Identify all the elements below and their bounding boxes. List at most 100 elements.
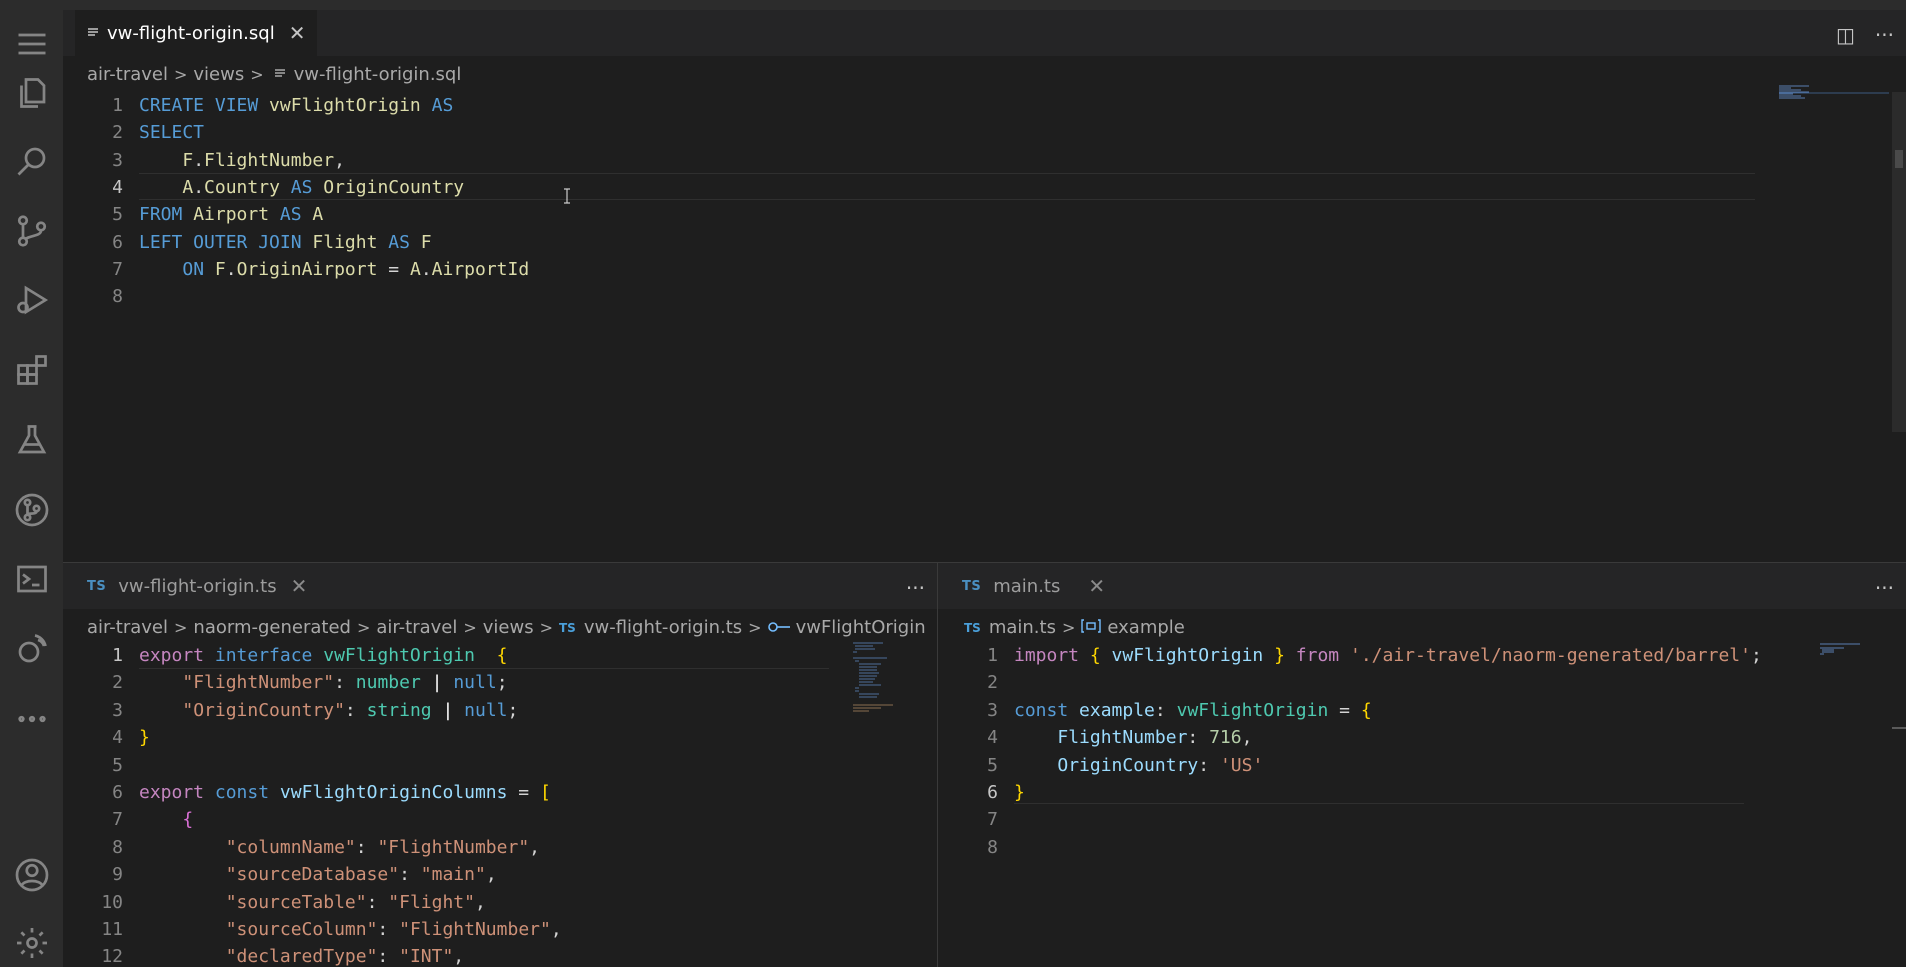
code-token: , (453, 946, 465, 967)
code-token: const (1014, 699, 1080, 721)
code-text: { (139, 809, 193, 830)
code-token: ; (1750, 645, 1762, 666)
code-area[interactable]: 1 export interface vwFlightOrigin {2 "Fli… (63, 642, 843, 967)
code-area[interactable]: 1 import { vwFlightOrigin } from './air-t… (938, 642, 1818, 967)
line-number: 5 (987, 754, 998, 776)
tab-label: main.ts (993, 575, 1061, 597)
vertical-scrollbar[interactable] (1892, 92, 1906, 432)
testing-icon[interactable] (12, 420, 52, 460)
code-text: export const vwFlightOriginColumns = [ (139, 782, 551, 803)
code-token: example (1079, 699, 1155, 721)
code-token: [ (539, 782, 551, 803)
current-line-highlight (1014, 777, 1744, 804)
line-number: 12 (101, 946, 123, 967)
line-number: 6 (987, 782, 998, 803)
code-token: "declaredType" (225, 946, 378, 967)
terminal-icon[interactable] (12, 559, 52, 599)
code-token: "INT" (399, 946, 454, 967)
explorer-icon[interactable] (12, 73, 52, 113)
more-actions-icon[interactable]: ··· (1875, 576, 1894, 600)
code-token: FROM (139, 204, 194, 226)
text-cursor-icon (563, 188, 571, 204)
breadcrumb-item[interactable]: naorm-generated (193, 617, 351, 638)
more-actions-icon[interactable]: ··· (906, 576, 925, 600)
breadcrumb-item[interactable]: air-travel (87, 617, 168, 638)
code-token: const (214, 782, 280, 803)
code-token: './air-travel/naorm-generated/barrel' (1349, 645, 1751, 666)
code-token: "OriginCountry" (182, 699, 345, 721)
code-token: . (193, 176, 205, 198)
code-token: OriginCountry (323, 176, 465, 198)
scroll-thumb[interactable] (1895, 150, 1903, 168)
tab-vw-flight-origin-ts[interactable]: TS vw-flight-origin.ts ✕ (75, 563, 320, 609)
activity-bar (0, 10, 63, 967)
code-token: , (474, 891, 486, 913)
left-editor-pane: TS vw-flight-origin.ts ✕ ··· air-travel >… (63, 563, 937, 967)
code-token: OriginAirport (236, 258, 378, 280)
minimap[interactable] (849, 641, 929, 721)
minimap[interactable] (1779, 84, 1889, 99)
settings-icon[interactable] (12, 923, 52, 963)
code-token: vwFlightOrigin (269, 95, 421, 116)
code-text: "FlightNumber": number | null; (139, 672, 508, 694)
split-editor-icon[interactable]: ◫ (1836, 23, 1855, 47)
close-icon[interactable]: ✕ (291, 574, 308, 598)
breadcrumb-item[interactable]: views (193, 64, 244, 85)
code-token: : (1198, 754, 1220, 776)
breadcrumb-item[interactable]: vw-flight-origin.ts (584, 617, 742, 638)
extensions-icon[interactable] (12, 350, 52, 390)
close-icon[interactable]: ✕ (1088, 574, 1105, 598)
more-icon[interactable] (12, 699, 52, 739)
code-token: AS (269, 204, 313, 226)
code-token: 716 (1209, 727, 1242, 749)
remote-icon[interactable] (12, 629, 52, 669)
code-text: ON F.OriginAirport = A.AirportId (139, 259, 529, 280)
search-icon[interactable] (12, 141, 52, 181)
typescript-file-icon: TS (962, 578, 982, 594)
code-token: A (182, 176, 194, 198)
variable-symbol-icon (1081, 617, 1102, 638)
git-graph-icon[interactable] (12, 490, 52, 530)
line-number: 1 (987, 645, 998, 666)
code-token: vwFlightOriginColumns (279, 782, 508, 803)
code-token: from (1284, 645, 1350, 666)
typescript-file-icon: TS (559, 620, 576, 635)
tab-vw-flight-origin-sql[interactable]: vw-flight-origin.sql ✕ (75, 10, 318, 56)
code-token: : (366, 891, 389, 913)
breadcrumb-item[interactable]: vw-flight-origin.sql (294, 64, 462, 85)
menu-icon[interactable] (12, 24, 52, 64)
minimap[interactable] (1818, 643, 1898, 659)
account-icon[interactable] (12, 855, 52, 895)
scroll-thumb[interactable] (1892, 727, 1906, 729)
left-tab-strip: TS vw-flight-origin.ts ✕ ··· (63, 563, 937, 609)
breadcrumb-item[interactable]: example (1107, 617, 1184, 638)
source-control-icon[interactable] (12, 211, 52, 251)
breadcrumb-item[interactable]: air-travel (87, 64, 168, 85)
line-number: 5 (112, 204, 123, 226)
breadcrumb-item[interactable]: air-travel (376, 617, 457, 638)
breadcrumb-item[interactable]: vwFlightOrigin (796, 617, 926, 638)
code-token: string (366, 699, 432, 721)
tab-main-ts[interactable]: TS main.ts ✕ (950, 563, 1118, 609)
code-token: vwFlightOrigin (1176, 699, 1329, 721)
code-token: ; (496, 672, 508, 694)
code-token: = (377, 258, 410, 280)
breadcrumb-item[interactable]: main.ts (989, 617, 1056, 638)
code-area[interactable]: 1 CREATE VIEW vwFlightOrigin AS 2 SELECT 3 F… (63, 92, 1763, 562)
breadcrumb-item[interactable]: views (483, 617, 534, 638)
code-text: "columnName": "FlightNumber", (139, 837, 540, 858)
code-token: "columnName" (225, 836, 356, 858)
code-token: OriginCountry (1057, 754, 1199, 776)
run-debug-icon[interactable] (12, 280, 52, 320)
line-number: 7 (112, 809, 123, 831)
code-token: "Flight" (388, 891, 475, 913)
line-number: 10 (101, 891, 123, 913)
code-token: } (1263, 645, 1285, 666)
close-icon[interactable]: ✕ (289, 21, 306, 45)
code-token: "FlightNumber" (399, 919, 551, 940)
more-actions-icon[interactable]: ··· (1875, 23, 1894, 47)
code-token: : (334, 672, 356, 694)
